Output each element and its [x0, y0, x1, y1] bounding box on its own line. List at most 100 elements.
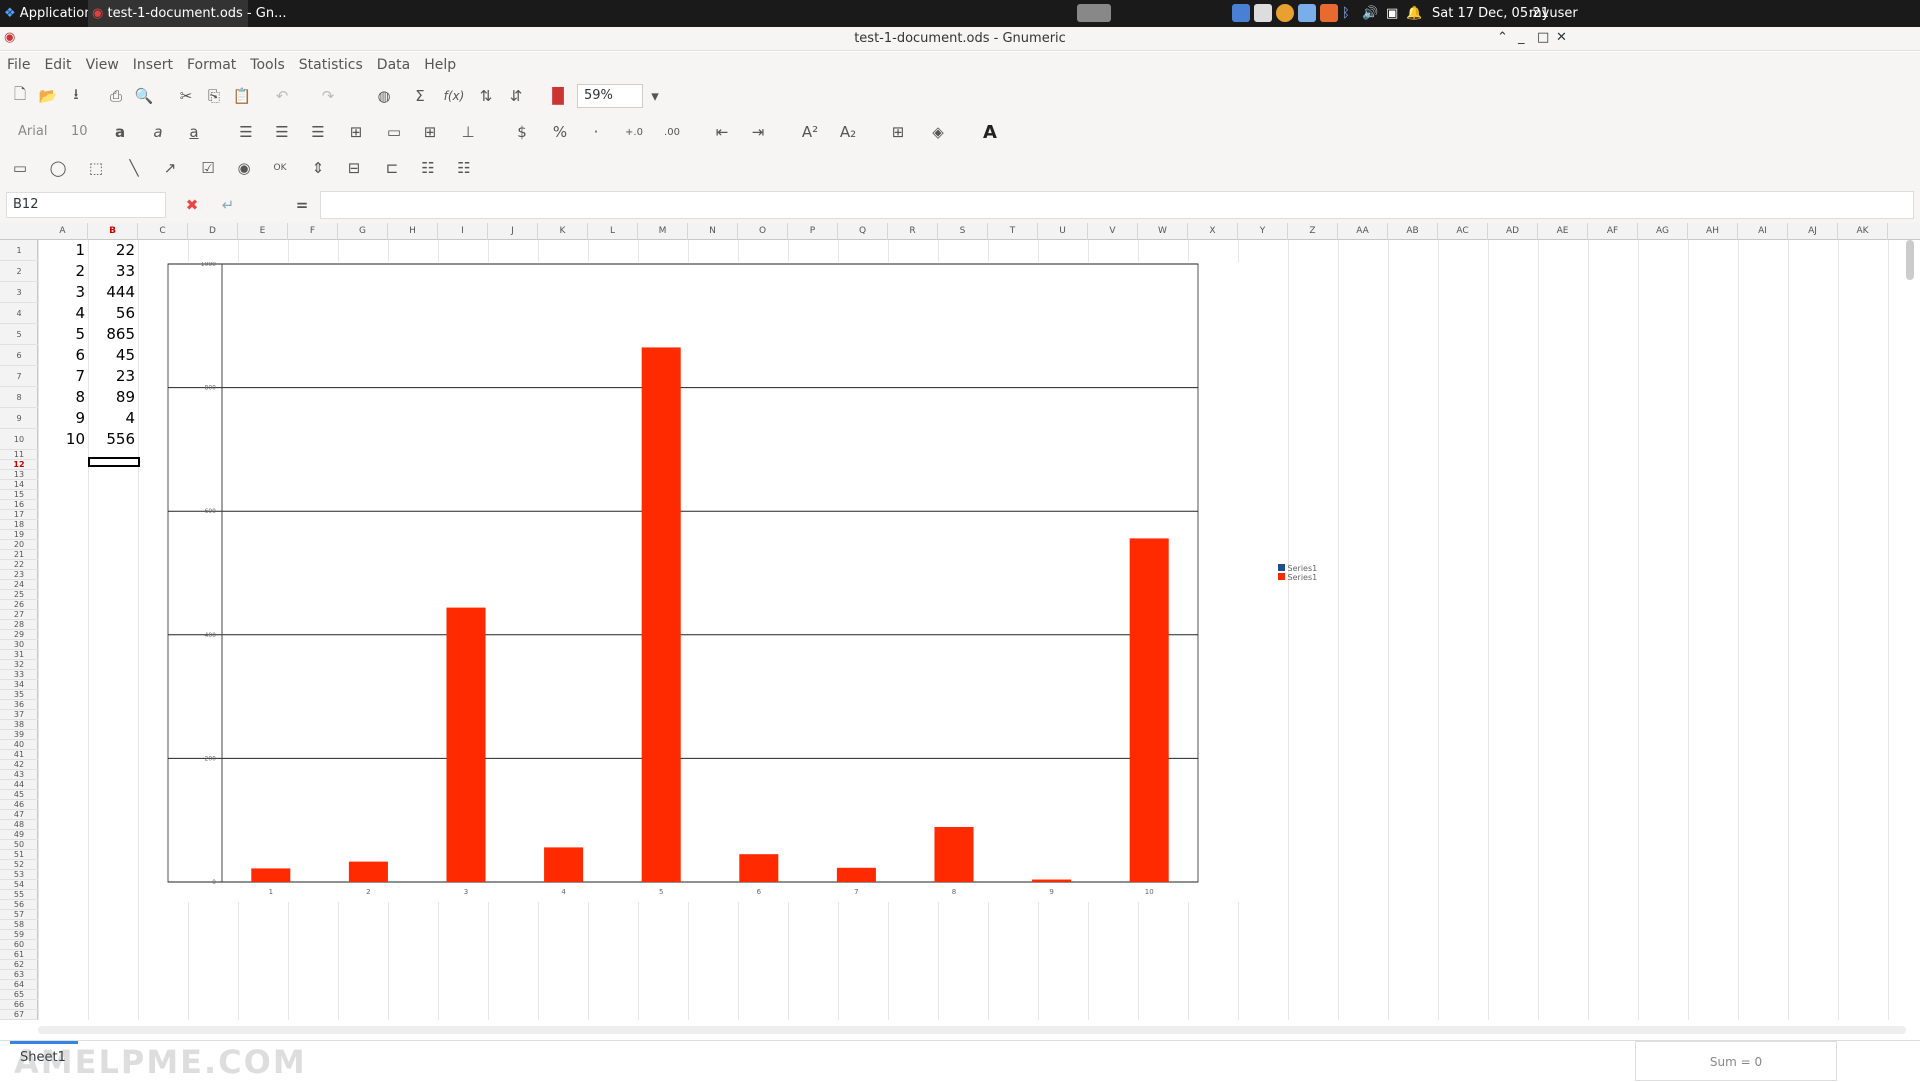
borders-icon[interactable]: ⊞	[886, 120, 910, 144]
column-header[interactable]: AA	[1338, 223, 1388, 240]
row-header[interactable]: 29	[0, 630, 38, 640]
row-header[interactable]: 59	[0, 930, 38, 940]
row-header[interactable]: 15	[0, 490, 38, 500]
zoom-select[interactable]: 59%	[577, 84, 643, 108]
open-icon[interactable]: 📂	[36, 84, 60, 108]
column-header[interactable]: AF	[1588, 223, 1638, 240]
row-header[interactable]: 36	[0, 700, 38, 710]
cell-b6[interactable]: 45	[88, 345, 138, 366]
chart-icon[interactable]: ▐▌	[546, 84, 570, 108]
column-header[interactable]: S	[938, 223, 988, 240]
column-header[interactable]: O	[738, 223, 788, 240]
row-header[interactable]: 52	[0, 860, 38, 870]
column-header[interactable]: L	[588, 223, 638, 240]
frame-icon[interactable]: ⬚	[84, 156, 108, 180]
column-header[interactable]: AC	[1438, 223, 1488, 240]
applications-menu[interactable]: ❖ Applications	[4, 0, 99, 27]
chevron-down-icon[interactable]: ▾	[643, 84, 667, 108]
volume-icon[interactable]: 🔊	[1362, 0, 1378, 27]
cell-a10[interactable]: 10	[38, 429, 88, 450]
column-header[interactable]: I	[438, 223, 488, 240]
bar-chart[interactable]: 0 200 400 600 800 1000 1 2 3 4 5 6 7 8 9 10	[166, 262, 1258, 902]
bold-icon[interactable]: a	[108, 120, 132, 144]
row-header[interactable]: 21	[0, 550, 38, 560]
row-header[interactable]: 18	[0, 520, 38, 530]
column-header[interactable]: C	[138, 223, 188, 240]
align-left-icon[interactable]: ☰	[234, 120, 258, 144]
row-header[interactable]: 41	[0, 750, 38, 760]
italic-icon[interactable]: a	[146, 120, 170, 144]
selected-cell[interactable]	[88, 457, 140, 467]
row-header[interactable]: 42	[0, 760, 38, 770]
paste-icon[interactable]: 📋	[230, 84, 254, 108]
row-header[interactable]: 35	[0, 690, 38, 700]
cell-reference-input[interactable]: B12	[6, 192, 166, 218]
sum-icon[interactable]: Σ	[408, 84, 432, 108]
row-header[interactable]: 67	[0, 1010, 38, 1020]
slider-icon[interactable]: ⊏	[380, 156, 404, 180]
workspace-switcher[interactable]	[1077, 4, 1111, 22]
align-center-icon[interactable]: ☰	[270, 120, 294, 144]
ellipse-icon[interactable]: ◯	[46, 156, 70, 180]
chevron-up-icon[interactable]: ⌃	[1497, 30, 1508, 45]
row-header[interactable]: 48	[0, 820, 38, 830]
radio-icon[interactable]: ◉	[232, 156, 256, 180]
combo-icon[interactable]: ☷	[452, 156, 476, 180]
row-header[interactable]: 28	[0, 620, 38, 630]
tray-icon-2[interactable]	[1254, 4, 1272, 22]
column-header[interactable]: H	[388, 223, 438, 240]
column-header[interactable]: AI	[1738, 223, 1788, 240]
menu-edit[interactable]: Edit	[37, 52, 78, 78]
cell-b7[interactable]: 23	[88, 366, 138, 387]
row-header[interactable]: 57	[0, 910, 38, 920]
row-header[interactable]: 62	[0, 960, 38, 970]
align-right-icon[interactable]: ☰	[306, 120, 330, 144]
rectangle-icon[interactable]: ▭	[8, 156, 32, 180]
row-header[interactable]: 23	[0, 570, 38, 580]
merge-cells-icon[interactable]: ⊞	[344, 120, 368, 144]
menu-data[interactable]: Data	[370, 52, 417, 78]
split-cells-icon[interactable]: ⊞	[418, 120, 442, 144]
bell-icon[interactable]: 🔔	[1406, 0, 1422, 27]
font-color-icon[interactable]: A	[978, 120, 1002, 144]
vertical-align-icon[interactable]: ⊥	[456, 120, 480, 144]
menu-help[interactable]: Help	[417, 52, 463, 78]
menu-format[interactable]: Format	[180, 52, 243, 78]
row-header[interactable]: 9	[0, 408, 38, 429]
row-header[interactable]: 5	[0, 324, 38, 345]
row-header[interactable]: 39	[0, 730, 38, 740]
copy-icon[interactable]: ⎘	[202, 84, 226, 108]
subscript-icon[interactable]: A₂	[836, 120, 860, 144]
row-header[interactable]: 6	[0, 345, 38, 366]
redo-icon[interactable]: ↷	[316, 84, 340, 108]
cell-b3[interactable]: 444	[88, 282, 138, 303]
maximize-icon[interactable]: □	[1537, 30, 1549, 45]
cell-a3[interactable]: 3	[38, 282, 88, 303]
row-header[interactable]: 20	[0, 540, 38, 550]
column-header[interactable]: Y	[1238, 223, 1288, 240]
column-header[interactable]: AJ	[1788, 223, 1838, 240]
cancel-icon[interactable]: ✖	[180, 193, 204, 217]
row-header[interactable]: 47	[0, 810, 38, 820]
row-header[interactable]: 44	[0, 780, 38, 790]
row-header[interactable]: 60	[0, 940, 38, 950]
hyperlink-icon[interactable]: ◍	[372, 84, 396, 108]
cell-b10[interactable]: 556	[88, 429, 138, 450]
percent-icon[interactable]: %	[548, 120, 572, 144]
menu-statistics[interactable]: Statistics	[292, 52, 370, 78]
column-header[interactable]: T	[988, 223, 1038, 240]
row-header[interactable]: 10	[0, 429, 38, 450]
column-header[interactable]: M	[638, 223, 688, 240]
row-header[interactable]: 31	[0, 650, 38, 660]
menu-file[interactable]: File	[0, 52, 37, 78]
sort-descending-icon[interactable]: ⇵	[504, 84, 528, 108]
decrease-indent-icon[interactable]: ⇤	[710, 120, 734, 144]
row-header[interactable]: 17	[0, 510, 38, 520]
row-header[interactable]: 58	[0, 920, 38, 930]
row-header[interactable]: 38	[0, 720, 38, 730]
column-header[interactable]: AD	[1488, 223, 1538, 240]
row-header[interactable]: 25	[0, 590, 38, 600]
column-header[interactable]: AB	[1388, 223, 1438, 240]
column-header[interactable]: E	[238, 223, 288, 240]
row-header[interactable]: 24	[0, 580, 38, 590]
